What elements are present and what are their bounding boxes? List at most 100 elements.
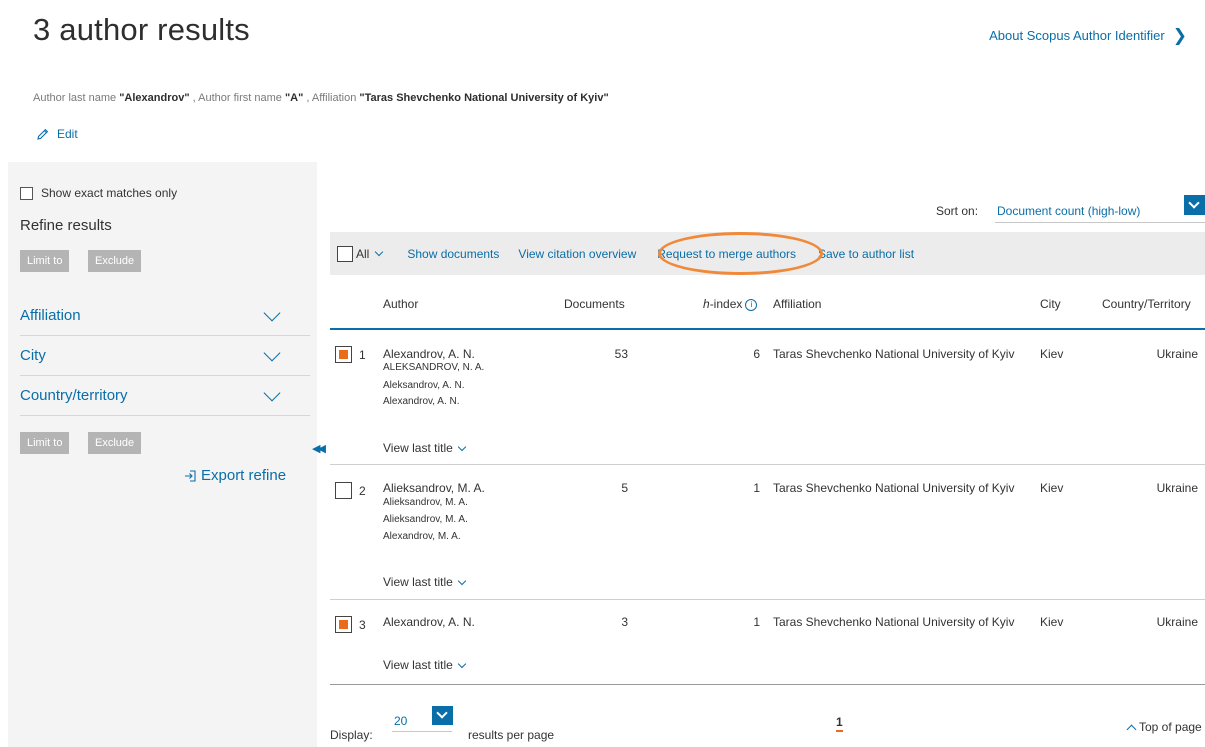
table-bottom-divider — [330, 684, 1205, 685]
h-index-label: -index — [709, 297, 743, 311]
h-index-value: 1 — [753, 615, 760, 629]
view-last-title-toggle[interactable]: View last title — [383, 575, 467, 589]
row-number: 1 — [359, 348, 366, 362]
chevron-down-icon — [457, 442, 467, 451]
sort-label: Sort on: — [936, 204, 979, 218]
author-variant: Alieksandrov, M. A. — [383, 497, 468, 508]
chevron-down-icon — [457, 659, 467, 668]
collapse-sidebar-icon[interactable]: ◀◀ — [312, 442, 326, 455]
search-query-summary: Author last name "Alexandrov" , Author f… — [33, 92, 609, 104]
limit-to-button-top[interactable]: Limit to — [20, 250, 70, 272]
display-label: Display: — [330, 728, 373, 742]
per-page-dropdown-chevron-icon[interactable] — [432, 706, 453, 725]
facet-city[interactable]: City — [20, 336, 310, 376]
column-header-h-index: h-index i — [703, 297, 758, 311]
sort-select[interactable]: Document count (high-low) — [995, 201, 1205, 223]
column-header-documents: Documents — [564, 297, 625, 311]
pencil-icon — [37, 128, 49, 140]
column-header-author: Author — [383, 297, 419, 311]
column-header-country: Country/Territory — [1102, 297, 1191, 311]
view-last-title-toggle[interactable]: View last title — [383, 658, 467, 672]
view-last-title-label: View last title — [383, 575, 453, 589]
row-checkbox-2[interactable] — [335, 482, 352, 499]
chevron-up-icon — [1126, 724, 1137, 734]
chevron-down-icon — [263, 384, 281, 401]
row-checkbox-1[interactable] — [335, 346, 352, 363]
document-count-link[interactable]: 3 — [590, 615, 628, 629]
edit-search-link[interactable]: Edit — [37, 127, 78, 141]
facet-label: Affiliation — [20, 307, 81, 324]
show-documents-link[interactable]: Show documents — [407, 247, 499, 261]
select-all-label: All — [356, 246, 370, 261]
exact-matches-label: Show exact matches only — [41, 186, 178, 200]
refine-results-heading: Refine results — [20, 217, 112, 234]
country-value: Ukraine — [1156, 481, 1198, 495]
author-name-link[interactable]: Alieksandrov, M. A. — [383, 481, 485, 495]
top-of-page-label: Top of page — [1139, 720, 1202, 734]
current-page-number[interactable]: 1 — [836, 715, 843, 732]
author-variant: ALEKSANDROV, N. A. — [383, 362, 485, 373]
export-icon — [185, 469, 196, 482]
document-count-link[interactable]: 5 — [590, 481, 628, 495]
query-affiliation-value: "Taras Shevchenko National University of… — [359, 92, 609, 104]
sort-dropdown-chevron-icon[interactable] — [1184, 195, 1205, 215]
info-icon[interactable]: i — [745, 298, 758, 311]
h-index-value: 6 — [753, 347, 760, 361]
author-name-link[interactable]: Alexandrov, A. N. — [383, 347, 475, 361]
row-number: 3 — [359, 618, 366, 632]
facet-affiliation[interactable]: Affiliation — [20, 296, 310, 336]
view-citation-overview-link[interactable]: View citation overview — [518, 247, 636, 261]
facet-label: City — [20, 347, 46, 364]
select-all-dropdown[interactable]: All — [337, 245, 384, 262]
results-per-page-label: results per page — [468, 728, 555, 742]
limit-to-button-bottom[interactable]: Limit to — [20, 432, 70, 454]
chevron-down-icon — [375, 247, 384, 256]
header-divider — [330, 328, 1205, 330]
city-value: Kiev — [1040, 481, 1064, 495]
save-to-author-list-link[interactable]: Save to author list — [818, 247, 914, 261]
view-last-title-label: View last title — [383, 441, 453, 455]
author-variant: Aleksandrov, A. N. — [383, 380, 465, 391]
h-index-h-letter: h — [703, 297, 710, 311]
query-last-name-label: Author last name — [33, 92, 117, 104]
facet-country-territory[interactable]: Country/territory — [20, 376, 310, 416]
row-divider — [330, 599, 1205, 600]
author-name-link[interactable]: Alexandrov, A. N. — [383, 615, 475, 629]
top-of-page-link[interactable]: Top of page — [1126, 720, 1202, 734]
select-all-checkbox[interactable] — [337, 245, 353, 262]
affiliation-value: Taras Shevchenko National University of … — [773, 615, 1015, 629]
view-last-title-toggle[interactable]: View last title — [383, 441, 467, 455]
affiliation-value: Taras Shevchenko National University of … — [773, 347, 1015, 361]
country-value: Ukraine — [1156, 347, 1198, 361]
export-refine-link[interactable]: Export refine — [184, 467, 286, 484]
show-exact-matches-checkbox[interactable]: Show exact matches only — [20, 186, 177, 200]
edit-label: Edit — [57, 127, 78, 141]
country-value: Ukraine — [1156, 615, 1198, 629]
facet-label: Country/territory — [20, 387, 128, 404]
about-author-identifier-link[interactable]: About Scopus Author Identifier ❯ — [989, 27, 1187, 44]
author-variant: Alieksandrov, M. A. — [383, 514, 468, 525]
author-variant: Alexandrov, M. A. — [383, 531, 461, 542]
document-count-link[interactable]: 53 — [590, 347, 628, 361]
exclude-button-top[interactable]: Exclude — [88, 250, 142, 272]
chevron-down-icon — [263, 304, 281, 321]
query-first-name-label: , Author first name — [192, 92, 282, 104]
export-refine-label: Export refine — [201, 467, 287, 484]
query-affiliation-label: , Affiliation — [306, 92, 357, 104]
author-variant: Alexandrov, A. N. — [383, 396, 460, 407]
query-first-name-value: "A" — [284, 92, 304, 104]
chevron-down-icon — [263, 344, 281, 361]
request-merge-authors-link[interactable]: Request to merge authors — [657, 247, 796, 261]
row-divider — [330, 464, 1205, 465]
affiliation-value: Taras Shevchenko National University of … — [773, 481, 1015, 495]
column-header-affiliation: Affiliation — [773, 297, 822, 311]
column-header-city: City — [1040, 297, 1061, 311]
results-toolbar: All Show documents View citation overvie… — [330, 232, 1205, 275]
exclude-button-bottom[interactable]: Exclude — [88, 432, 142, 454]
city-value: Kiev — [1040, 347, 1064, 361]
row-checkbox-3[interactable] — [335, 616, 352, 633]
query-last-name-value: "Alexandrov" — [119, 92, 190, 104]
page-title: 3 author results — [33, 12, 250, 47]
view-last-title-label: View last title — [383, 658, 453, 672]
chevron-down-icon — [457, 576, 467, 585]
